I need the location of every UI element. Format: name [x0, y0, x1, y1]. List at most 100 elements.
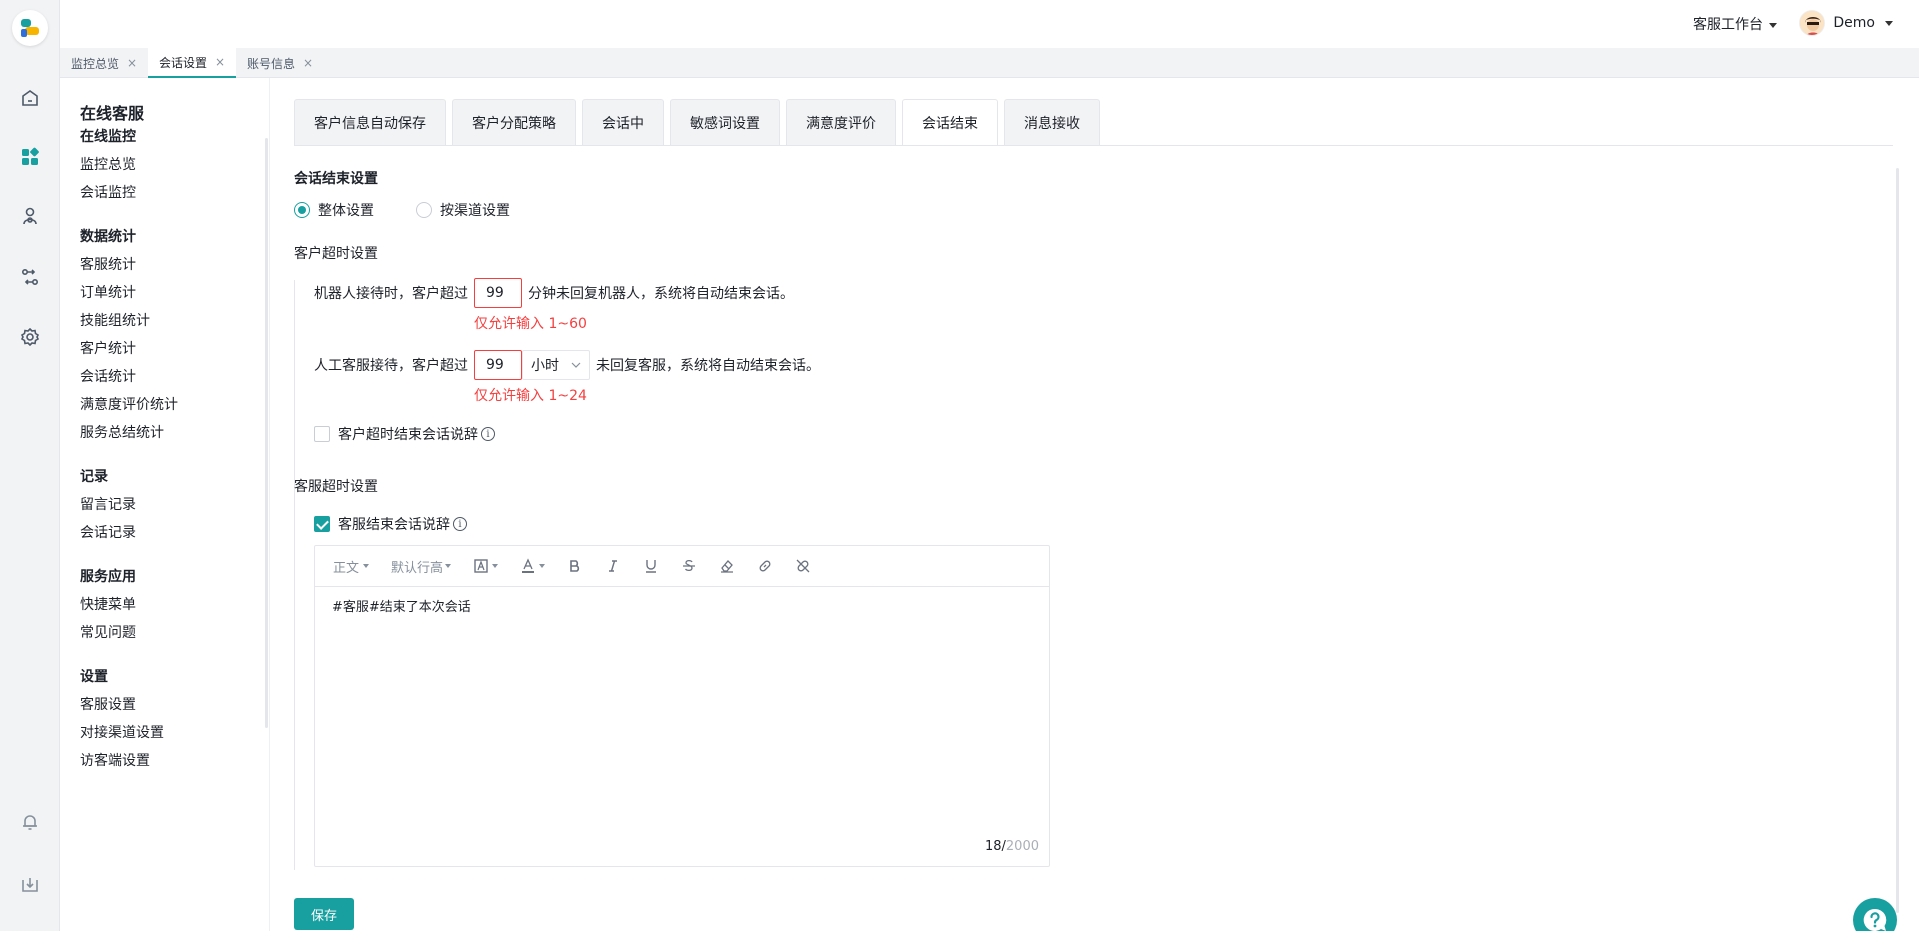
- chevron-down-icon: [445, 564, 452, 568]
- menu-item-session-monitor[interactable]: 会话监控: [80, 182, 136, 202]
- side-menu: 在线客服 在线监控 监控总览 会话监控 数据统计 客服统计 订单统计 技能组统计…: [60, 78, 270, 931]
- tab-sensitive-words[interactable]: 敏感词设置: [670, 99, 780, 145]
- menu-item-agent-stats[interactable]: 客服统计: [80, 254, 136, 274]
- menu-item-monitor-overview[interactable]: 监控总览: [80, 154, 136, 174]
- background-color-dropdown[interactable]: [473, 558, 499, 574]
- mode-radio-group: 整体设置 按渠道设置: [294, 200, 510, 220]
- help-chat-icon: [1863, 908, 1887, 931]
- section-title-customer-timeout: 客户超时设置: [294, 246, 378, 262]
- rich-text-editor: 正文 默认行高 #客服#结束了本次会话 18/2000: [314, 545, 1050, 867]
- close-icon[interactable]: ×: [215, 55, 225, 69]
- time-unit-select[interactable]: 小时: [522, 350, 590, 380]
- tab-session-end[interactable]: 会话结束: [902, 99, 998, 145]
- menu-item-session-records[interactable]: 会话记录: [80, 522, 136, 542]
- avatar: [1799, 10, 1826, 36]
- contacts-icon[interactable]: [18, 204, 42, 228]
- robot-timeout-input[interactable]: 99: [474, 278, 522, 308]
- download-icon[interactable]: [18, 872, 42, 896]
- human-timeout-row: 人工客服接待，客户超过 99 小时 未回复客服，系统将自动结束会话。: [314, 350, 820, 380]
- bold-icon[interactable]: [567, 558, 583, 574]
- link-icon[interactable]: [757, 558, 773, 574]
- home-icon[interactable]: [18, 86, 42, 110]
- info-icon[interactable]: i: [481, 427, 495, 441]
- chevron-down-icon: [571, 362, 581, 368]
- menu-item-customer-stats[interactable]: 客户统计: [80, 338, 136, 358]
- robot-timeout-error: 仅允许输入 1~60: [474, 316, 587, 332]
- customer-phrase-checkbox[interactable]: [314, 426, 330, 442]
- settings-icon[interactable]: [18, 325, 42, 349]
- tabs-divider: [294, 145, 1893, 146]
- editor-content[interactable]: #客服#结束了本次会话: [315, 587, 1049, 624]
- page-tab-label: 监控总览: [71, 56, 120, 71]
- menu-item-agent-settings[interactable]: 客服设置: [80, 694, 136, 714]
- menu-group-title: 服务应用: [80, 569, 136, 585]
- main-content: 客户信息自动保存 客户分配策略 会话中 敏感词设置 满意度评价 会话结束 消息接…: [270, 78, 1919, 931]
- unlink-icon[interactable]: [795, 558, 811, 574]
- human-timeout-prefix: 人工客服接待，客户超过: [314, 358, 468, 374]
- chevron-down-icon: [492, 564, 499, 568]
- menu-item-faq[interactable]: 常见问题: [80, 622, 136, 642]
- help-button[interactable]: [1853, 898, 1897, 931]
- user-name: Demo: [1833, 15, 1875, 31]
- page-tab-label: 账号信息: [247, 56, 296, 71]
- close-icon[interactable]: ×: [127, 56, 137, 70]
- info-icon[interactable]: i: [453, 517, 467, 531]
- time-unit-value: 小时: [531, 358, 559, 374]
- page-tab-label: 会话设置: [159, 55, 208, 70]
- menu-item-quick-menu[interactable]: 快捷菜单: [80, 594, 136, 614]
- char-max: 2000: [1005, 839, 1039, 854]
- human-timeout-input[interactable]: 99: [474, 350, 522, 380]
- agent-phrase-label: 客服结束会话说辞: [338, 517, 450, 533]
- underline-icon[interactable]: [643, 558, 659, 574]
- tab-customer-info-autosave[interactable]: 客户信息自动保存: [294, 99, 446, 145]
- agent-phrase-checkbox[interactable]: [314, 516, 330, 532]
- close-icon[interactable]: ×: [303, 56, 313, 70]
- line-height-dropdown[interactable]: 默认行高: [391, 557, 452, 576]
- page-tab-session-settings[interactable]: 会话设置 ×: [148, 48, 237, 78]
- menu-item-service-summary-stats[interactable]: 服务总结统计: [80, 422, 164, 442]
- page-tab-account-info[interactable]: 账号信息 ×: [236, 48, 324, 78]
- menu-item-order-stats[interactable]: 订单统计: [80, 282, 136, 302]
- page-tab-monitor-overview[interactable]: 监控总览 ×: [60, 48, 148, 78]
- workbench-switcher[interactable]: 客服工作台: [1693, 14, 1777, 34]
- menu-title: 在线客服: [80, 104, 145, 123]
- tab-satisfaction[interactable]: 满意度评价: [786, 99, 896, 145]
- menu-item-visitor-settings[interactable]: 访客端设置: [80, 750, 150, 770]
- menu-item-skill-group-stats[interactable]: 技能组统计: [80, 310, 150, 330]
- menu-group-title: 记录: [80, 469, 108, 485]
- save-button[interactable]: 保存: [294, 898, 354, 930]
- radio-overall[interactable]: [294, 202, 310, 218]
- tab-in-session[interactable]: 会话中: [582, 99, 664, 145]
- icon-rail: [0, 0, 60, 931]
- app-root: 客服工作台 Demo 监控总览 × 会话设置 × 账号信息 × 在线客服 在线监…: [0, 0, 1919, 931]
- font-color-dropdown[interactable]: [520, 558, 546, 574]
- italic-icon[interactable]: [605, 558, 621, 574]
- dashboard-icon[interactable]: [18, 145, 42, 169]
- menu-item-session-stats[interactable]: 会话统计: [80, 366, 136, 386]
- robot-timeout-prefix: 机器人接待时，客户超过: [314, 286, 468, 302]
- radio-by-channel[interactable]: [416, 202, 432, 218]
- menu-item-message-records[interactable]: 留言记录: [80, 494, 136, 514]
- radio-label-overall: 整体设置: [318, 203, 374, 219]
- eraser-icon[interactable]: [719, 558, 735, 574]
- chevron-down-icon: [1769, 22, 1777, 28]
- menu-group-title: 设置: [80, 669, 108, 685]
- workbench-label: 客服工作台: [1693, 17, 1763, 33]
- chevron-down-icon: [1885, 20, 1893, 26]
- strikethrough-icon[interactable]: [681, 558, 697, 574]
- menu-item-satisfaction-stats[interactable]: 满意度评价统计: [80, 394, 178, 414]
- section-indent-line: [294, 510, 295, 870]
- text-style-dropdown[interactable]: 正文: [333, 557, 370, 576]
- radio-label-by-channel: 按渠道设置: [440, 203, 510, 219]
- app-logo[interactable]: [12, 10, 48, 46]
- bell-icon[interactable]: [18, 810, 42, 834]
- user-menu[interactable]: Demo: [1799, 10, 1893, 36]
- menu-item-channel-settings[interactable]: 对接渠道设置: [80, 722, 164, 742]
- tab-message-receive[interactable]: 消息接收: [1004, 99, 1100, 145]
- chevron-down-icon: [363, 564, 370, 568]
- chevron-down-icon: [539, 564, 546, 568]
- content-scrollbar[interactable]: [1896, 168, 1899, 913]
- menu-scrollbar[interactable]: [265, 138, 268, 728]
- routing-icon[interactable]: [18, 265, 42, 289]
- tab-customer-allocation[interactable]: 客户分配策略: [452, 99, 576, 145]
